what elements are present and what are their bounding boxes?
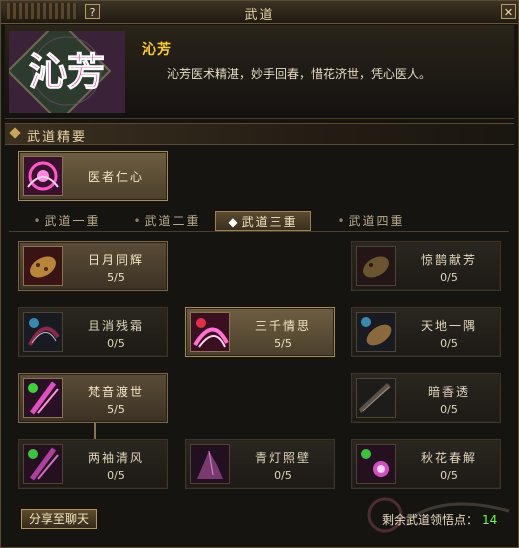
- skill-tile[interactable]: 梵音渡世 5/5: [18, 373, 168, 423]
- skill-progress: 5/5: [274, 337, 292, 350]
- skill-progress: 0/5: [440, 337, 458, 350]
- wudao-window: ? 武道 ✕ 沁芳 沁芳 沁芳医术精湛，妙手回春，惜花济世，凭心医人。 武道精要…: [0, 0, 519, 548]
- skill-name: 天地一隅: [420, 319, 477, 333]
- skill-progress: 0/5: [107, 469, 125, 482]
- skill-tile[interactable]: 日月同辉 5/5: [18, 241, 168, 291]
- green-sparkle-icon: [356, 444, 396, 484]
- tier-tabs: • 武道一重 • 武道二重 ◆ 武道三重 • 武道四重: [19, 211, 499, 231]
- skill-connector-line: [94, 423, 96, 439]
- skill-tile[interactable]: 天地一隅 0/5: [351, 307, 501, 357]
- skill-progress: 5/5: [107, 403, 125, 416]
- skill-tile[interactable]: 暗香透 0/5: [351, 373, 501, 423]
- skill-name: 梵音渡世: [87, 385, 144, 399]
- tab-label: 武道四重: [348, 214, 405, 228]
- skill-name: 且消残霜: [87, 319, 144, 333]
- remaining-points-label: 剩余武道领悟点：: [382, 513, 479, 527]
- tab-tier-4[interactable]: • 武道四重: [323, 211, 419, 231]
- remaining-points-value: 14: [482, 513, 498, 527]
- skill-tile[interactable]: 秋花春解 0/5: [351, 439, 501, 489]
- blue-dragon-icon: [23, 312, 63, 352]
- skill-name: 青灯照壁: [254, 451, 311, 465]
- share-to-chat-button[interactable]: 分享至聊天: [21, 509, 97, 529]
- title-bar[interactable]: ? 武道 ✕: [1, 1, 518, 24]
- tab-bullet-icon: ◆: [228, 215, 240, 229]
- skill-tile[interactable]: 两袖清风 0/5: [18, 439, 168, 489]
- skill-progress: 0/5: [107, 337, 125, 350]
- dark-blade-icon: [356, 378, 396, 418]
- skill-name: 两袖清风: [87, 451, 144, 465]
- essence-skill-tile[interactable]: 医者仁心: [18, 151, 168, 201]
- tab-label: 武道二重: [144, 214, 201, 228]
- tab-label: 武道一重: [44, 214, 101, 228]
- skill-name: 三千情思: [254, 319, 311, 333]
- close-button[interactable]: ✕: [501, 4, 516, 19]
- skill-name: 日月同辉: [87, 253, 144, 267]
- golden-stone-icon: [356, 246, 396, 286]
- skill-tile[interactable]: 惊鹊献芳 0/5: [351, 241, 501, 291]
- tab-tier-3[interactable]: ◆ 武道三重: [215, 211, 311, 231]
- tab-divider: [9, 231, 509, 232]
- portrait-calligraphy: 沁芳: [29, 49, 105, 94]
- hero-portrait: 沁芳: [6, 18, 125, 124]
- red-swirl-icon: [190, 312, 230, 352]
- essence-skill-name: 医者仁心: [87, 170, 144, 184]
- skill-progress: 0/5: [440, 469, 458, 482]
- golden-stone-icon: [356, 312, 396, 352]
- green-rune-icon: [23, 444, 63, 484]
- skill-name: 暗香透: [427, 385, 470, 399]
- skill-progress: 5/5: [107, 271, 125, 284]
- tab-label: 武道三重: [241, 215, 298, 229]
- green-rune-icon: [23, 378, 63, 418]
- skill-progress: 0/5: [440, 403, 458, 416]
- window-title: 武道: [244, 8, 275, 23]
- skill-name: 秋花春解: [420, 451, 477, 465]
- hero-description: 沁芳医术精湛，妙手回春，惜花济世，凭心医人。: [167, 67, 432, 81]
- diamond-bullet-icon: [9, 127, 21, 139]
- golden-stone-icon: [23, 246, 63, 286]
- tab-tier-1[interactable]: • 武道一重: [19, 211, 115, 231]
- skill-tile[interactable]: 三千情思 5/5: [185, 307, 335, 357]
- tab-bullet-icon: •: [133, 214, 143, 228]
- hero-name: 沁芳: [142, 42, 172, 58]
- remaining-points: 剩余武道领悟点： 14: [382, 511, 497, 528]
- tab-bullet-icon: •: [33, 214, 43, 228]
- essence-section-title: 武道精要: [27, 130, 88, 145]
- skill-name: 惊鹊献芳: [420, 253, 477, 267]
- pink-swirl-icon: [23, 156, 63, 196]
- tab-bullet-icon: •: [337, 214, 347, 228]
- essence-section-header: 武道精要: [5, 123, 514, 145]
- skill-progress: 0/5: [440, 271, 458, 284]
- purple-crystal-icon: [190, 444, 230, 484]
- hero-header: 沁芳 沁芳 沁芳医术精湛，妙手回春，惜花济世，凭心医人。: [5, 18, 514, 124]
- tab-tier-2[interactable]: • 武道二重: [119, 211, 215, 231]
- skill-tile[interactable]: 青灯照壁 0/5: [185, 439, 335, 489]
- skill-tile[interactable]: 且消残霜 0/5: [18, 307, 168, 357]
- skill-progress: 0/5: [274, 469, 292, 482]
